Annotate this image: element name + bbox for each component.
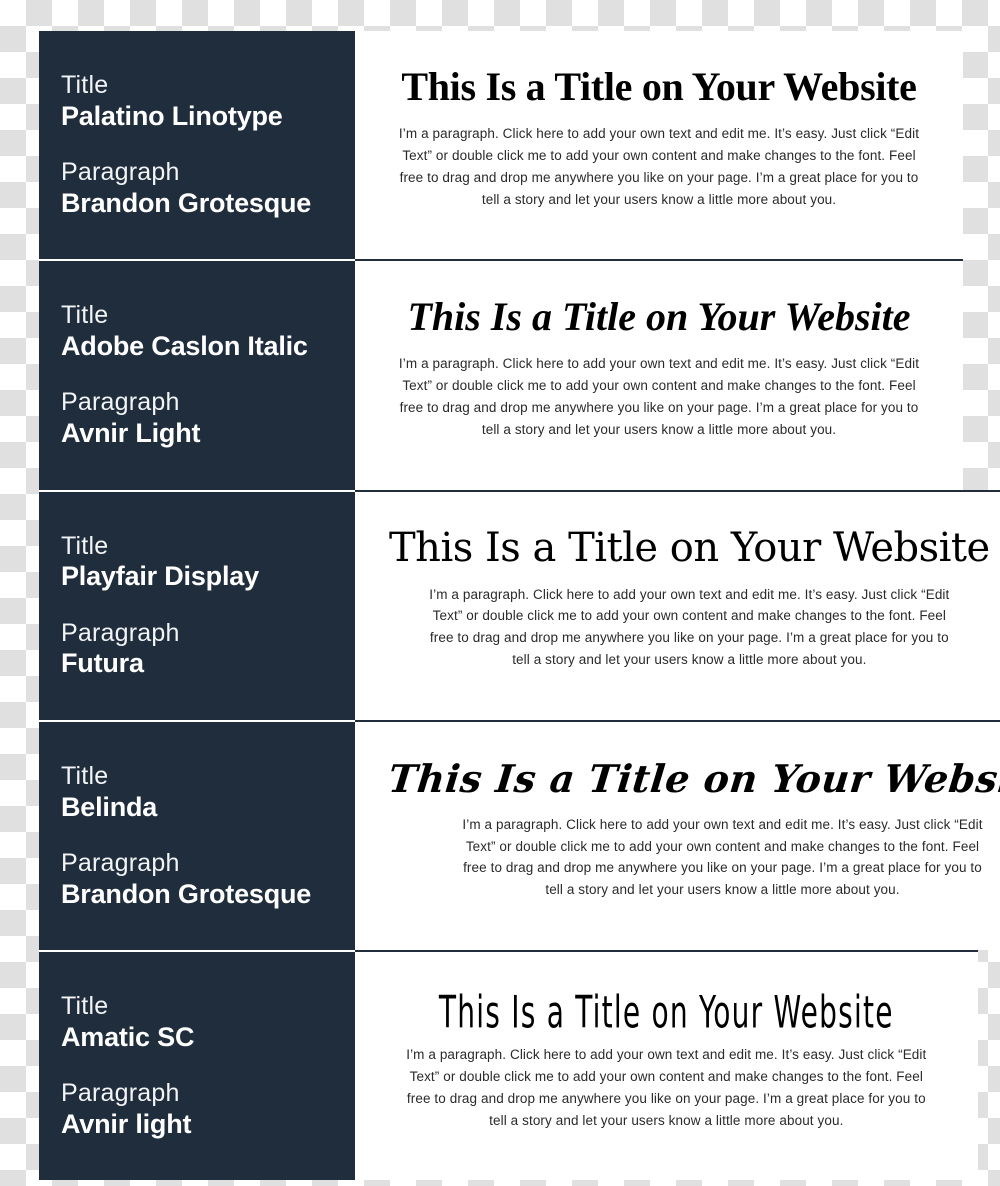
title-font-spec: Title Playfair Display bbox=[61, 532, 355, 619]
paragraph-label: Paragraph bbox=[61, 618, 180, 647]
font-pair-row: Title Playfair Display Paragraph Futura … bbox=[39, 489, 1000, 720]
paragraph-label: Paragraph bbox=[61, 158, 180, 187]
font-pair-preview-panel: This Is a Title on Your Website I’m a pa… bbox=[355, 950, 978, 1181]
font-pair-spec-panel: Title Belinda Paragraph Brandon Grotesqu… bbox=[39, 719, 355, 951]
paragraph-font-name: Brandon Grotesque bbox=[61, 878, 312, 909]
title-label: Title bbox=[61, 761, 109, 790]
paragraph-label: Paragraph bbox=[61, 848, 180, 877]
paragraph-font-name: Avnir light bbox=[61, 1109, 192, 1140]
title-font-name: Playfair Display bbox=[61, 561, 259, 592]
font-pair-spec-panel: Title Adobe Caslon Italic Paragraph Avni… bbox=[39, 259, 355, 490]
paragraph-font-spec: Paragraph Brandon Grotesque bbox=[61, 849, 355, 910]
title-label: Title bbox=[61, 71, 109, 99]
sample-paragraph: I’m a paragraph. Click here to add your … bbox=[462, 816, 983, 898]
title-font-spec: Title Adobe Caslon Italic bbox=[61, 301, 355, 388]
font-pair-spec-panel: Title Amatic SC Paragraph Avnir light bbox=[39, 950, 355, 1181]
paragraph-label: Paragraph bbox=[61, 1079, 180, 1108]
font-pair-preview-panel: This Is a Title on Your Website I’m a pa… bbox=[355, 31, 963, 260]
title-font-spec: Title Belinda bbox=[61, 762, 355, 849]
paragraph-font-name: Avnir Light bbox=[61, 418, 201, 449]
title-font-name: Palatino Linotype bbox=[61, 100, 283, 131]
title-label: Title bbox=[61, 992, 109, 1021]
title-label: Title bbox=[61, 301, 109, 330]
sample-heading: This Is a Title on Your Website bbox=[401, 64, 917, 109]
paragraph-font-spec: Paragraph Brandon Grotesque bbox=[61, 158, 355, 219]
sample-paragraph: I’m a paragraph. Click here to add your … bbox=[398, 356, 920, 437]
font-pair-row: Title Belinda Paragraph Brandon Grotesqu… bbox=[39, 719, 1000, 951]
paragraph-font-name: Futura bbox=[61, 648, 144, 679]
font-pair-preview-panel: This Is a Title on Your Website I’m a pa… bbox=[355, 489, 1000, 720]
font-pair-preview-panel: This Is a Title on Your Website I’m a pa… bbox=[355, 719, 1000, 951]
sample-heading: This Is a Title on Your Website bbox=[389, 524, 990, 571]
title-label: Title bbox=[61, 531, 109, 560]
font-pair-spec-panel: Title Playfair Display Paragraph Futura bbox=[39, 489, 355, 720]
paragraph-font-spec: Paragraph Avnir Light bbox=[61, 388, 355, 449]
sample-heading: This Is a Title on Your Website bbox=[438, 987, 894, 1039]
sample-paragraph: I’m a paragraph. Click here to add your … bbox=[406, 1046, 927, 1128]
font-pair-row: Title Amatic SC Paragraph Avnir light Th… bbox=[39, 950, 978, 1181]
font-pair-row: Title Palatino Linotype Paragraph Brando… bbox=[39, 31, 963, 260]
paragraph-font-spec: Paragraph Futura bbox=[61, 619, 355, 680]
sample-paragraph: I’m a paragraph. Click here to add your … bbox=[398, 126, 920, 207]
sample-paragraph: I’m a paragraph. Click here to add your … bbox=[429, 586, 950, 668]
title-font-name: Belinda bbox=[61, 791, 158, 822]
font-pair-row: Title Adobe Caslon Italic Paragraph Avni… bbox=[39, 259, 963, 490]
title-font-name: Adobe Caslon Italic bbox=[61, 331, 308, 362]
title-font-spec: Title Amatic SC bbox=[61, 992, 355, 1079]
paragraph-label: Paragraph bbox=[61, 388, 180, 417]
font-pair-spec-panel: Title Palatino Linotype Paragraph Brando… bbox=[39, 31, 355, 260]
font-pairing-sheet: Title Palatino Linotype Paragraph Brando… bbox=[39, 31, 1000, 1181]
paragraph-font-spec: Paragraph Avnir light bbox=[61, 1079, 355, 1140]
title-font-spec: Title Palatino Linotype bbox=[61, 71, 355, 158]
paragraph-font-name: Brandon Grotesque bbox=[61, 187, 312, 218]
sample-heading: This Is a Title on Your Website bbox=[386, 755, 1000, 801]
title-font-name: Amatic SC bbox=[61, 1021, 195, 1052]
font-pair-preview-panel: This Is a Title on Your Website I’m a pa… bbox=[355, 259, 963, 490]
sample-heading: This Is a Title on Your Website bbox=[407, 294, 911, 340]
